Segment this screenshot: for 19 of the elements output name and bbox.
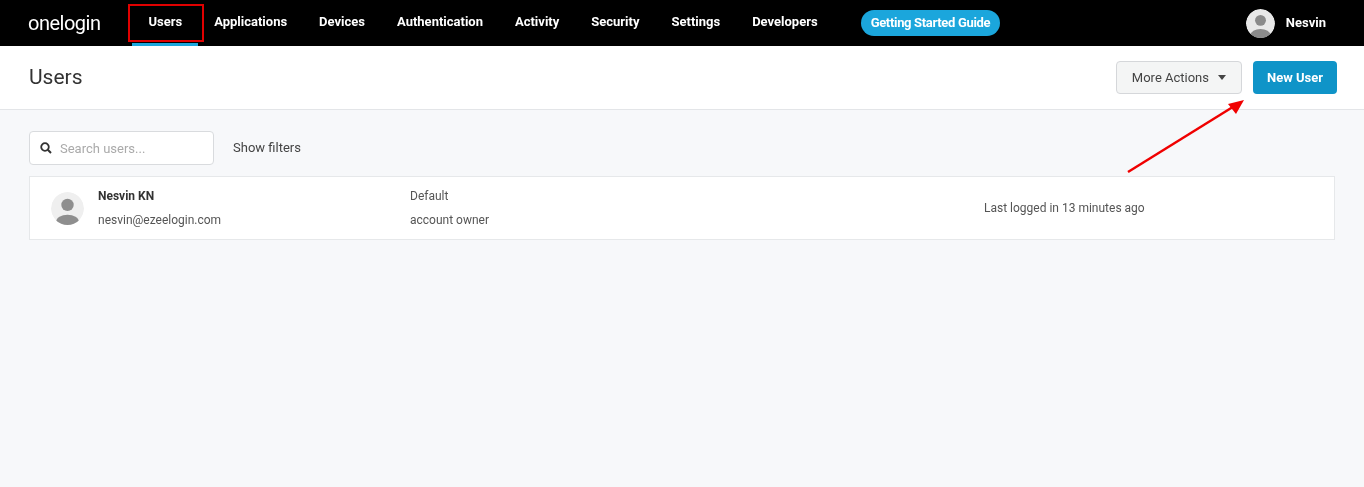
user-row[interactable]: Nesvin KN nesvin@ezeelogin.com Default account owner Last logged in 13 minutes ago [29, 176, 1335, 240]
nav-tab[interactable]: Authentication [381, 0, 499, 46]
nav-tab[interactable]: Devices [303, 0, 381, 46]
user-role-detail: account owner [410, 212, 490, 229]
nav-tab[interactable]: Developers [736, 0, 834, 46]
nav-tab[interactable]: Settings [655, 0, 737, 46]
user-name: Nesvin KN [98, 188, 156, 205]
show-filters-link[interactable]: Show filters [233, 138, 301, 158]
last-login-text: Last logged in 13 minutes ago [984, 200, 1145, 217]
nav-tab[interactable]: Applications [198, 0, 304, 46]
user-email: nesvin@ezeelogin.com [98, 212, 223, 229]
nav-tab[interactable]: Activity [498, 0, 576, 46]
page-title: Users [29, 63, 83, 91]
onelogin-logo[interactable]: onelogin [28, 8, 101, 38]
user-role: Default [410, 188, 450, 205]
search-field[interactable]: Search users... [29, 131, 214, 165]
nav-tab[interactable]: Security [575, 0, 656, 46]
more-actions-button[interactable]: More Actions [1115, 61, 1242, 94]
account-name[interactable]: Nesvin [1285, 13, 1326, 33]
